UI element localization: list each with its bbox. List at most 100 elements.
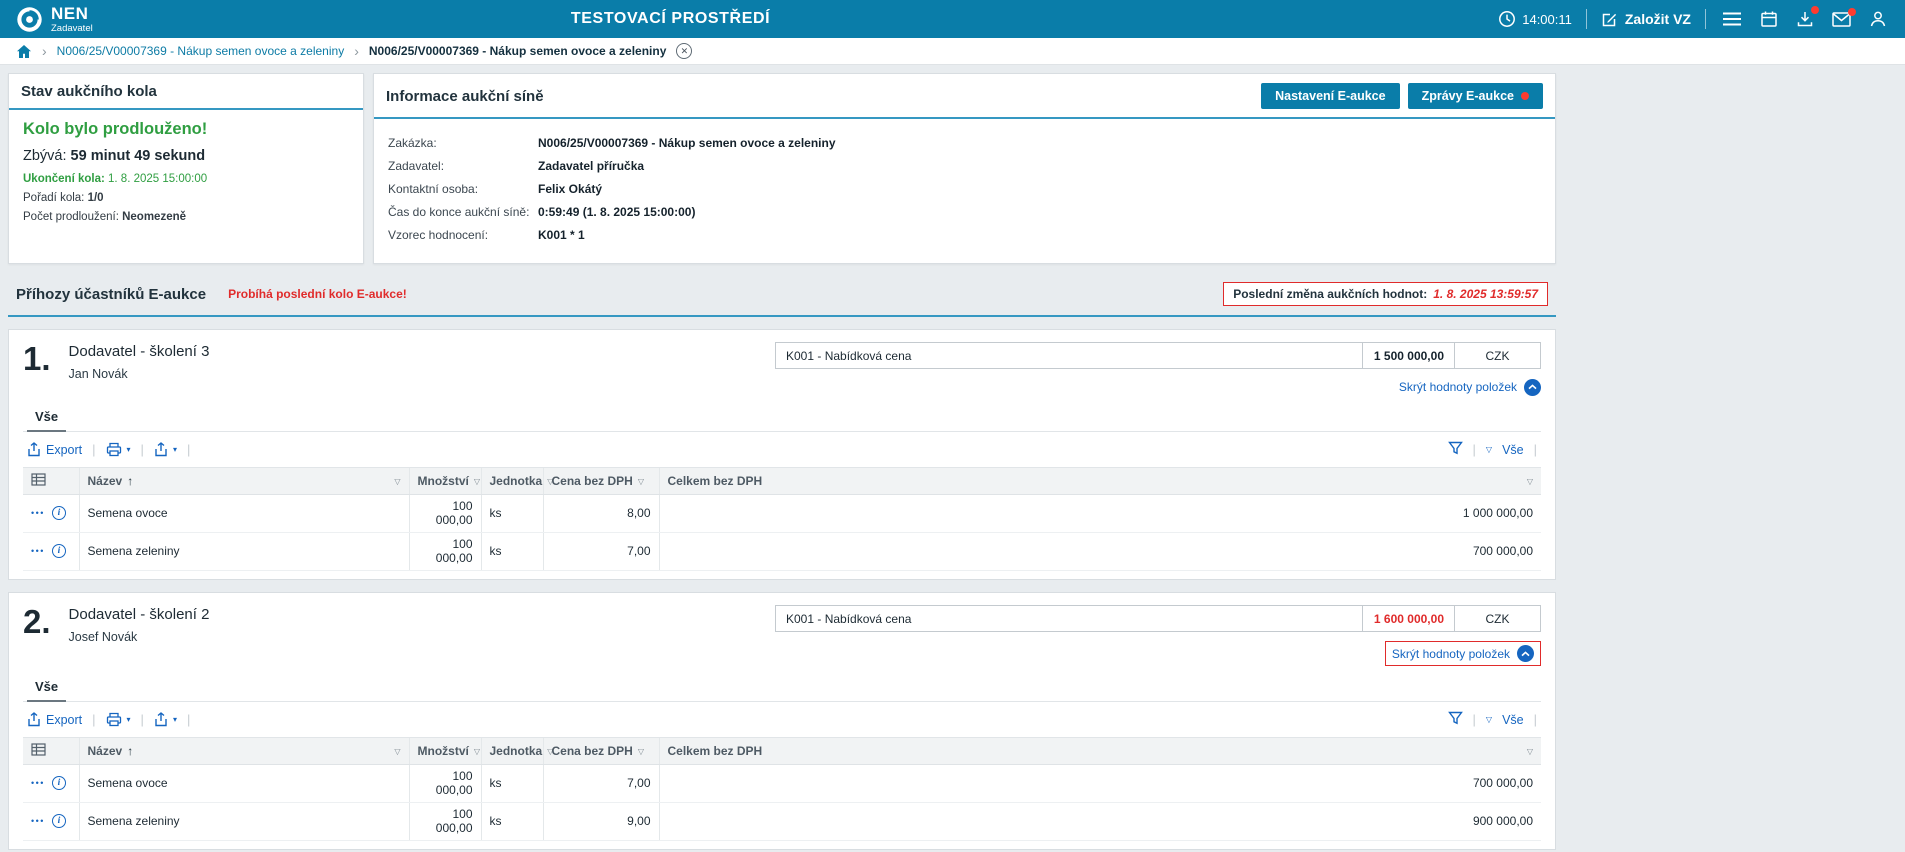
tab-all[interactable]: Vše — [27, 406, 66, 432]
info-row: Zakázka: N006/25/V00007369 - Nákup semen… — [388, 136, 1541, 150]
filter-dropdown-icon[interactable]: ▽ — [394, 477, 400, 486]
info-icon[interactable]: i — [52, 814, 66, 828]
print-dropdown-icon[interactable]: ▾ — [127, 715, 131, 724]
filter-button[interactable] — [1448, 441, 1463, 458]
grid-settings-header[interactable] — [23, 738, 79, 765]
create-vz-button[interactable]: Založit VZ — [1601, 11, 1691, 28]
grid-icon — [31, 743, 46, 756]
last-change-box: Poslední změna aukčních hodnot: 1. 8. 20… — [1223, 282, 1548, 306]
column-header-total[interactable]: Celkem bez DPH▽ — [659, 468, 1541, 495]
print-dropdown-icon[interactable]: ▾ — [127, 445, 131, 454]
row-actions-icon[interactable]: ••• — [31, 779, 45, 788]
column-header-name[interactable]: Název↑▽ — [79, 468, 409, 495]
item-unit: ks — [481, 533, 543, 571]
column-header-price[interactable]: Cena bez DPH▽ — [543, 738, 659, 765]
round-order-label: Pořadí kola: — [23, 192, 84, 204]
filter-dropdown-icon[interactable]: ▽ — [474, 477, 480, 486]
close-breadcrumb-icon[interactable]: ✕ — [676, 43, 692, 59]
bids-section-header: Příhozy účastníků E-aukce Probíhá posled… — [8, 278, 1556, 317]
participant-name: Dodavatel - školení 2 — [69, 606, 210, 623]
info-label: Kontaktní osoba: — [388, 182, 538, 196]
info-icon[interactable]: i — [52, 776, 66, 790]
column-header-qty[interactable]: Množství▽ — [409, 738, 481, 765]
tab-all[interactable]: Vše — [27, 676, 66, 702]
printer-icon — [106, 712, 122, 727]
filter-dropdown-icon[interactable]: ▽ — [638, 747, 644, 756]
server-time: 14:00:11 — [1498, 10, 1572, 28]
toolbar-divider: | — [141, 712, 144, 727]
breadcrumb-item-current[interactable]: N006/25/V00007369 - Nákup semen ovoce a … — [369, 44, 667, 58]
column-header-qty[interactable]: Množství▽ — [409, 468, 481, 495]
time-remaining-label: Zbývá: — [23, 148, 67, 164]
nen-logo[interactable]: NEN Zadavatel — [16, 5, 93, 34]
notification-dot — [1848, 8, 1856, 16]
tab-bar: Vše — [23, 676, 1541, 702]
toolbar-divider: | — [1473, 712, 1476, 727]
info-value: Zadavatel příručka — [538, 159, 644, 173]
filter-dropdown-icon[interactable]: ▽ — [1527, 747, 1533, 756]
share-dropdown-icon[interactable]: ▾ — [173, 445, 177, 454]
toolbar-divider: | — [92, 442, 95, 457]
info-icon[interactable]: i — [52, 506, 66, 520]
toolbar-divider: | — [92, 712, 95, 727]
share-dropdown-icon[interactable]: ▾ — [173, 715, 177, 724]
row-actions-icon[interactable]: ••• — [31, 817, 45, 826]
filter-dropdown-icon[interactable]: ▽ — [638, 477, 644, 486]
item-total: 700 000,00 — [659, 765, 1541, 803]
participant-rank: 1. — [23, 342, 51, 396]
filter-dropdown-icon[interactable]: ▽ — [474, 747, 480, 756]
round-extensions-label: Počet prodloužení: — [23, 211, 119, 223]
column-header-unit[interactable]: Jednotka▽ — [481, 738, 543, 765]
show-all-link[interactable]: Vše — [1502, 713, 1524, 727]
downloads-button[interactable] — [1794, 8, 1816, 30]
info-label: Čas do konce aukční síně: — [388, 205, 538, 219]
round-order-value: 1/0 — [88, 192, 104, 204]
item-total: 1 000 000,00 — [659, 495, 1541, 533]
column-header-name[interactable]: Název↑▽ — [79, 738, 409, 765]
filter-dropdown-icon[interactable]: ▽ — [1527, 477, 1533, 486]
column-header-price[interactable]: Cena bez DPH▽ — [543, 468, 659, 495]
eauction-messages-label: Zprávy E-aukce — [1422, 89, 1514, 103]
home-breadcrumb[interactable] — [16, 44, 32, 59]
item-qty: 100 000,00 — [409, 495, 481, 533]
print-button[interactable]: ▾ — [106, 442, 131, 457]
show-all-link[interactable]: Vše — [1502, 443, 1524, 457]
clock-icon — [1498, 10, 1516, 28]
filter-button[interactable] — [1448, 711, 1463, 728]
toolbar-divider: | — [187, 442, 190, 457]
messages-button[interactable] — [1830, 10, 1853, 29]
print-button[interactable]: ▾ — [106, 712, 131, 727]
share-button[interactable]: ▾ — [154, 712, 177, 727]
row-actions-icon[interactable]: ••• — [31, 547, 45, 556]
share-button[interactable]: ▾ — [154, 442, 177, 457]
toolbar-divider: | — [1473, 442, 1476, 457]
items-table: Název↑▽ Množství▽ Jednotka▽ Cena bez DPH… — [23, 467, 1541, 571]
grid-settings-header[interactable] — [23, 468, 79, 495]
item-price: 8,00 — [543, 495, 659, 533]
info-icon[interactable]: i — [52, 544, 66, 558]
calendar-button[interactable] — [1758, 8, 1780, 30]
view-dropdown[interactable]: ▽ — [1486, 445, 1492, 454]
export-label: Export — [46, 713, 82, 727]
export-button[interactable]: Export — [27, 442, 82, 457]
breadcrumb-item-contract[interactable]: N006/25/V00007369 - Nákup semen ovoce a … — [57, 44, 345, 58]
hide-item-values-link[interactable]: Skrýt hodnoty položek — [1399, 379, 1541, 396]
item-row: •••i Semena zeleniny 100 000,00 ks 9,00 … — [23, 803, 1541, 841]
eauction-settings-button[interactable]: Nastavení E-aukce — [1261, 83, 1399, 109]
item-price: 7,00 — [543, 765, 659, 803]
column-header-unit[interactable]: Jednotka▽ — [481, 468, 543, 495]
eauction-messages-button[interactable]: Zprávy E-aukce — [1408, 83, 1543, 109]
grid-icon — [31, 473, 46, 486]
breadcrumb: › N006/25/V00007369 - Nákup semen ovoce … — [0, 38, 1905, 65]
column-header-total[interactable]: Celkem bez DPH▽ — [659, 738, 1541, 765]
round-extensions-value: Neomezeně — [122, 211, 186, 223]
menu-button[interactable] — [1720, 9, 1744, 29]
hide-item-values-label: Skrýt hodnoty položek — [1392, 647, 1510, 661]
participant-contact: Jan Novák — [69, 367, 210, 381]
filter-dropdown-icon[interactable]: ▽ — [394, 747, 400, 756]
export-button[interactable]: Export — [27, 712, 82, 727]
row-actions-icon[interactable]: ••• — [31, 509, 45, 518]
hide-item-values-link[interactable]: Skrýt hodnoty položek — [1392, 645, 1534, 662]
view-dropdown[interactable]: ▽ — [1486, 715, 1492, 724]
profile-button[interactable] — [1867, 8, 1889, 30]
